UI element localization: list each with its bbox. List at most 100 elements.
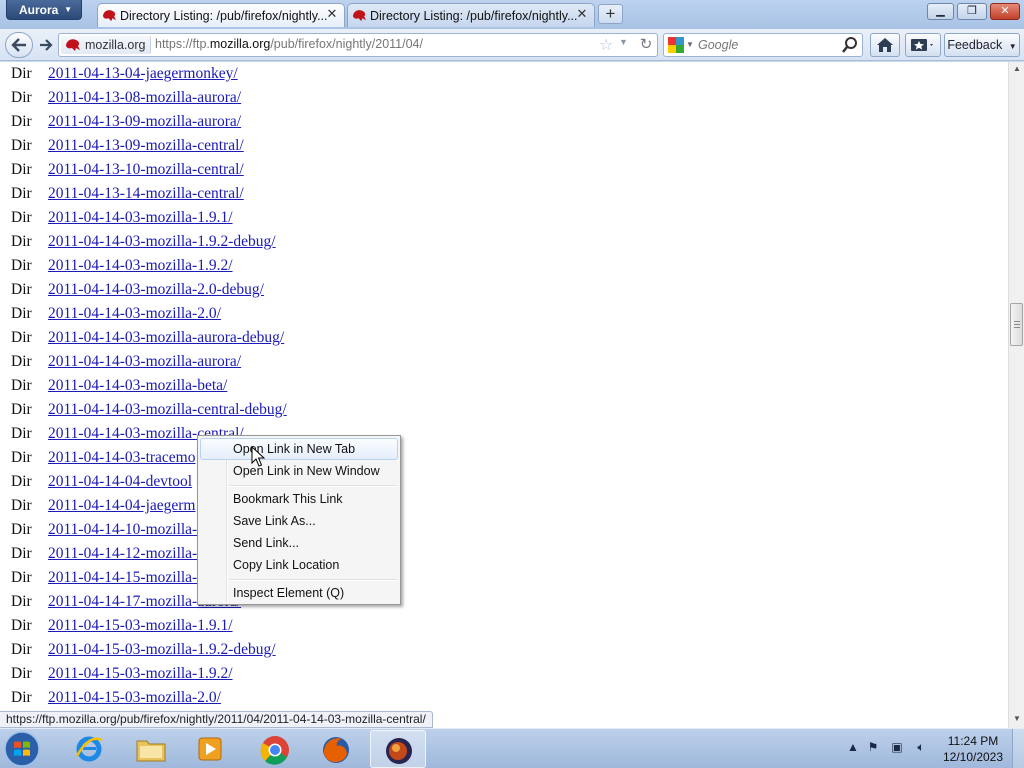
menu-item-open-link-in-new-window[interactable]: Open Link in New Window [200,460,398,482]
vertical-scrollbar[interactable]: ▲ ▼ [1008,62,1024,728]
directory-link[interactable]: 2011-04-14-03-mozilla-aurora/ [48,353,241,371]
mouse-cursor-icon [251,446,265,467]
taskbar-windows-explorer[interactable] [123,730,179,768]
listing-row: Dir 2011-04-13-08-mozilla-aurora/ [0,86,1000,110]
home-button[interactable] [870,33,900,57]
network-icon[interactable]: ▣ [888,740,906,758]
url-text[interactable]: https://ftp.mozilla.org/pub/firefox/nigh… [155,37,423,51]
status-bar: https://ftp.mozilla.org/pub/firefox/nigh… [0,711,433,728]
internet-explorer-icon [75,736,103,762]
menu-item-copy-link-location[interactable]: Copy Link Location [200,554,398,576]
menu-item-bookmark-this-link[interactable]: Bookmark This Link [200,488,398,510]
directory-link[interactable]: 2011-04-14-03-mozilla-central-debug/ [48,401,287,419]
entry-type: Dir [11,449,32,466]
feedback-button[interactable]: Feedback ▼ [944,33,1020,57]
back-forward-group [5,32,57,58]
directory-link[interactable]: 2011-04-13-09-mozilla-aurora/ [48,113,241,131]
directory-link[interactable]: 2011-04-14-03-mozilla-aurora-debug/ [48,329,284,347]
entry-type: Dir [11,329,32,346]
entry-type: Dir [11,401,32,418]
close-icon[interactable]: ✕ [575,7,589,21]
history-dropdown-icon[interactable]: ▼ [619,37,631,47]
app-menu-button[interactable]: Aurora ▼ [6,0,82,20]
directory-link[interactable]: 2011-04-13-08-mozilla-aurora/ [48,89,241,107]
search-input[interactable] [698,37,838,53]
directory-link[interactable]: 2011-04-15-03-mozilla-1.9.2/ [48,665,233,683]
listing-row: Dir 2011-04-13-09-mozilla-central/ [0,134,1000,158]
close-icon[interactable]: ✕ [325,7,339,21]
maximize-button[interactable]: ❐ [957,3,987,20]
taskbar: ▲ ⚑ ▣ 🔈︎ 11:24 PM 12/10/2023 [0,728,1024,768]
directory-link[interactable]: 2011-04-14-03-tracemo [48,449,196,467]
directory-link[interactable]: 2011-04-14-04-devtool [48,473,192,491]
directory-link[interactable]: 2011-04-13-04-jaegermonkey/ [48,65,238,83]
show-hidden-icons-icon[interactable]: ▲ [844,740,862,758]
directory-link[interactable]: 2011-04-14-15-mozilla- [48,569,197,587]
menu-item-inspect-element-q[interactable]: Inspect Element (Q) [200,582,398,604]
directory-link[interactable]: 2011-04-14-03-mozilla-1.9.1/ [48,209,233,227]
tab-directory-listing-2[interactable]: Directory Listing: /pub/firefox/nightly.… [347,3,595,27]
back-button[interactable] [5,32,33,58]
url-domain: mozilla.org [209,37,271,51]
taskbar-media-player[interactable] [183,730,239,768]
clock-date: 12/10/2023 [942,750,1004,764]
entry-type: Dir [11,161,32,178]
chevron-down-icon[interactable]: ▼ [686,40,694,49]
action-center-flag-icon[interactable]: ⚑ [864,740,882,758]
directory-link[interactable]: 2011-04-13-09-mozilla-central/ [48,137,244,155]
menu-separator [229,485,397,487]
entry-type: Dir [11,545,32,562]
new-tab-button[interactable]: + [598,4,623,24]
bookmarks-icon [911,39,933,51]
taskbar-internet-explorer[interactable] [62,730,118,768]
scrollbar-thumb[interactable] [1010,303,1023,346]
google-icon[interactable] [668,37,684,53]
site-identity-button[interactable]: mozilla.org [61,36,151,54]
directory-link[interactable]: 2011-04-15-03-mozilla-2.0/ [48,689,221,707]
directory-link[interactable]: 2011-04-14-03-mozilla-2.0-debug/ [48,281,264,299]
listing-row: Dir 2011-04-14-10-mozilla- [0,518,1000,542]
system-clock[interactable]: 11:24 PM 12/10/2023 [938,733,1008,765]
directory-link[interactable]: 2011-04-14-03-mozilla-1.9.2-debug/ [48,233,276,251]
directory-link[interactable]: 2011-04-14-03-mozilla-2.0/ [48,305,221,323]
reload-icon[interactable]: ↻ [637,34,655,56]
taskbar-firefox[interactable] [308,730,364,768]
minimize-button[interactable]: ▁ [927,3,954,20]
directory-link[interactable]: 2011-04-14-03-mozilla-1.9.2/ [48,257,233,275]
directory-link[interactable]: 2011-04-13-10-mozilla-central/ [48,161,244,179]
directory-link[interactable]: 2011-04-14-12-mozilla- [48,545,197,563]
search-icon[interactable] [842,36,858,54]
menu-item-send-link[interactable]: Send Link... [200,532,398,554]
tab-directory-listing-1[interactable]: Directory Listing: /pub/firefox/nightly.… [97,3,345,27]
clock-time: 11:24 PM [947,734,999,748]
show-desktop-button[interactable] [1012,729,1024,768]
listing-row: Dir 2011-04-15-03-mozilla-1.9.2-debug/ [0,638,1000,662]
directory-link[interactable]: 2011-04-14-03-mozilla-beta/ [48,377,227,395]
menu-item-save-link-as[interactable]: Save Link As... [200,510,398,532]
directory-link[interactable]: 2011-04-14-04-jaegerm [48,497,196,515]
window-close-button[interactable]: ✕ [990,3,1020,20]
taskbar-chrome[interactable] [247,730,303,768]
listing-row: Dir 2011-04-14-04-jaegerm [0,494,1000,518]
directory-link[interactable]: 2011-04-15-03-mozilla-1.9.1/ [48,617,233,635]
bookmark-star-icon[interactable]: ☆ [597,35,615,55]
taskbar-firefox-aurora[interactable] [370,730,426,768]
start-button[interactable] [2,729,46,768]
system-tray: ▲ ⚑ ▣ 🔈︎ [840,729,940,768]
url-bar[interactable]: mozilla.org https://ftp.mozilla.org/pub/… [58,33,658,57]
scroll-up-arrow-icon[interactable]: ▲ [1009,64,1024,76]
volume-icon[interactable]: 🔈︎ [912,740,930,758]
listing-row: Dir 2011-04-15-03-mozilla-1.9.1/ [0,614,1000,638]
forward-button[interactable] [35,35,57,55]
search-bar[interactable]: ▼ [663,33,863,57]
entry-type: Dir [11,257,32,274]
directory-link[interactable]: 2011-04-13-14-mozilla-central/ [48,185,244,203]
directory-link[interactable]: 2011-04-15-03-mozilla-1.9.2-debug/ [48,641,276,659]
entry-type: Dir [11,353,32,370]
bookmarks-button[interactable] [905,33,941,57]
entry-type: Dir [11,665,32,682]
directory-link[interactable]: 2011-04-14-10-mozilla- [48,521,197,539]
scroll-down-arrow-icon[interactable]: ▼ [1009,714,1024,726]
menu-item-open-link-in-new-tab[interactable]: Open Link in New Tab [200,438,398,460]
url-prefix: https://ftp. [155,37,210,51]
